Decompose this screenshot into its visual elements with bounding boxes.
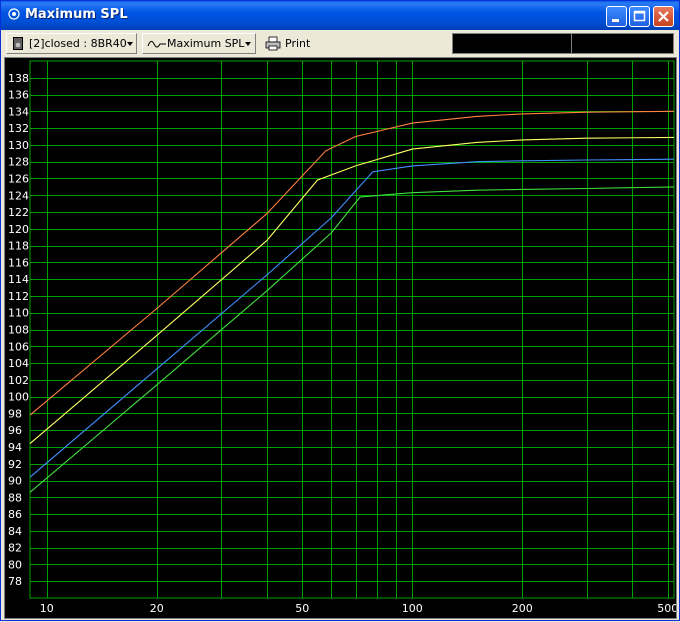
speaker-box-icon: [13, 37, 23, 50]
title-bar[interactable]: Maximum SPL: [1, 1, 679, 30]
x-tick-label: 10: [40, 602, 54, 615]
graph-select[interactable]: Maximum SPL: [142, 33, 256, 54]
x-tick-label: 20: [150, 602, 164, 615]
x-tick-label: 500: [657, 602, 676, 615]
y-tick-label: 82: [8, 542, 22, 555]
y-tick-label: 130: [8, 139, 29, 152]
y-tick-label: 106: [8, 340, 29, 353]
minimize-button[interactable]: [606, 6, 627, 27]
y-tick-label: 78: [8, 575, 22, 588]
y-tick-label: 80: [8, 558, 22, 571]
y-tick-label: 124: [8, 189, 29, 202]
y-tick-label: 102: [8, 374, 29, 387]
cursor-readout-1: [452, 33, 572, 54]
y-tick-label: 118: [8, 240, 29, 253]
app-window: Maximum SPL [2]closed : 8BR40 Maximum SP…: [0, 0, 680, 621]
y-tick-label: 132: [8, 122, 29, 135]
y-tick-label: 116: [8, 256, 29, 269]
y-tick-label: 88: [8, 491, 22, 504]
plot-area[interactable]: 78 80 82 84 86 88 90 92 94 96 98 100 102 104 106 108 110…: [4, 57, 679, 619]
close-button[interactable]: [653, 6, 674, 27]
cursor-readout-2: [571, 33, 674, 54]
chart-series: [29, 110, 675, 493]
y-tick-label: 114: [8, 273, 29, 286]
series-line-4: [29, 186, 675, 493]
y-tick-label: 120: [8, 223, 29, 236]
printer-icon: [265, 36, 281, 51]
x-tick-label: 50: [295, 602, 309, 615]
close-icon: [658, 11, 669, 22]
y-tick-label: 98: [8, 407, 22, 420]
y-tick-label: 126: [8, 172, 29, 185]
y-tick-label: 110: [8, 307, 29, 320]
y-tick-label: 86: [8, 508, 22, 521]
x-tick-label: 100: [402, 602, 423, 615]
y-tick-label: 108: [8, 324, 29, 337]
y-tick-label: 90: [8, 475, 22, 488]
print-button[interactable]: Print: [261, 33, 317, 54]
y-tick-label: 100: [8, 391, 29, 404]
speaker-icon: [8, 8, 20, 20]
window-title: Maximum SPL: [25, 7, 128, 22]
y-tick-label: 136: [8, 89, 29, 102]
y-tick-label: 104: [8, 357, 29, 370]
toolbar: [2]closed : 8BR40 Maximum SPL Print: [4, 31, 676, 56]
project-select[interactable]: [2]closed : 8BR40: [6, 33, 137, 54]
y-tick-label: 84: [8, 525, 22, 538]
y-tick-label: 134: [8, 105, 29, 118]
series-line-1: [29, 110, 675, 416]
x-tick-label: 200: [512, 602, 533, 615]
y-tick-label: 138: [8, 72, 29, 85]
chart-grid: [29, 60, 675, 599]
y-tick-label: 122: [8, 206, 29, 219]
waveform-icon: [147, 40, 166, 48]
y-axis-labels: 78 80 82 84 86 88 90 92 94 96 98 100 102 104 106 108 110…: [8, 72, 29, 588]
project-select-value: [2]closed : 8BR40: [29, 37, 127, 50]
y-tick-label: 128: [8, 156, 29, 169]
plot-frame: [29, 60, 675, 599]
y-tick-label: 92: [8, 458, 22, 471]
spl-chart[interactable]: 78 80 82 84 86 88 90 92 94 96 98 100 102 104 106 108 110…: [5, 58, 679, 618]
minimize-icon: [612, 19, 619, 22]
graph-select-value: Maximum SPL: [167, 37, 245, 50]
chevron-down-icon: [245, 42, 251, 46]
maximize-icon: [633, 10, 646, 22]
y-tick-label: 112: [8, 290, 29, 303]
maximize-button[interactable]: [629, 6, 650, 27]
y-tick-label: 96: [8, 424, 22, 437]
chevron-down-icon: [127, 42, 133, 46]
print-label: Print: [285, 37, 311, 50]
x-axis-labels: 10 20 50 100 200 500: [40, 602, 679, 615]
y-tick-label: 94: [8, 441, 22, 454]
